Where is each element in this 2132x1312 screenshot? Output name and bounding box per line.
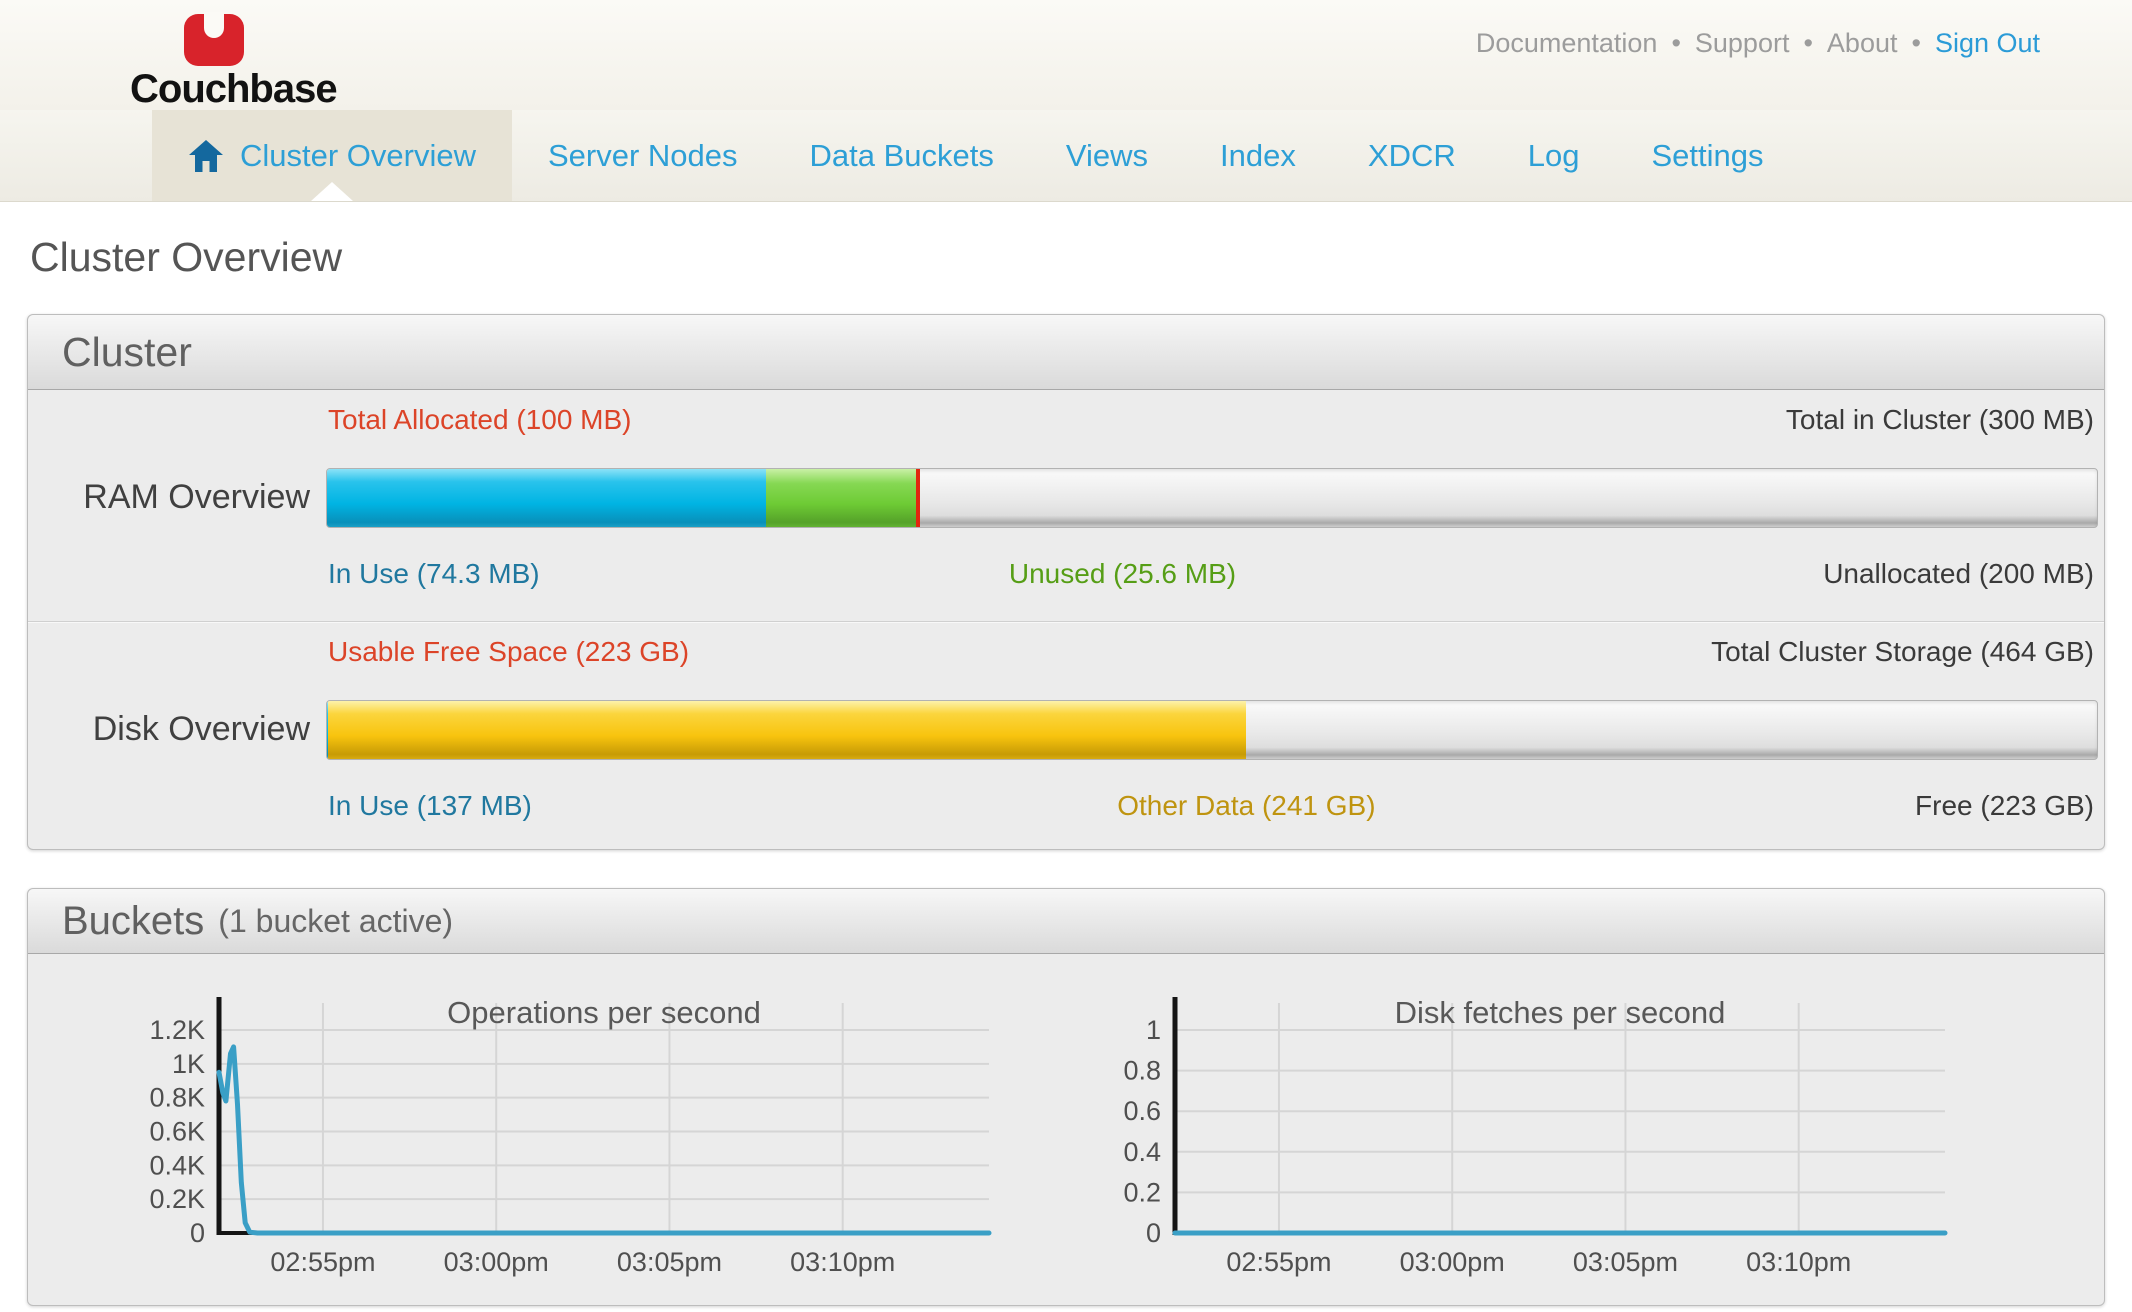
y-tick-label: 0.6 [1123,1096,1161,1126]
buckets-panel: Buckets (1 bucket active) 02:55pm 03:00pm… [27,888,2105,1306]
disk-bottom-labels: In Use (137 MB) Other Data (241 GB) Free… [326,790,2096,826]
y-tick-label: 0.2 [1123,1177,1161,1207]
operations-per-second-chart: 02:55pm 03:00pm 03:05pm 03:10pm 1.2K 1K 0.8K 0.… [131,989,1031,1305]
link-separator: • [1911,28,1920,58]
ram-top-labels: Total Allocated (100 MB) Total in Cluste… [326,404,2096,440]
disk-overview-row: Usable Free Space (223 GB) Total Cluster… [28,621,2104,853]
x-tick-label: 03:10pm [1746,1247,1851,1277]
ram-total-allocated-label: Total Allocated (100 MB) [328,404,632,436]
chart-title: Disk fetches per second [1395,995,1726,1030]
chart-title: Operations per second [447,995,761,1030]
x-tick-label: 02:55pm [1226,1247,1331,1277]
disk-overview-label: Disk Overview [28,710,310,749]
disk-in-use-label: In Use (137 MB) [328,790,532,822]
y-tick-label: 0.6K [149,1117,205,1147]
couchbase-console: { "header": { "logo_text": "Couchbase", … [0,0,2132,1312]
disk-other-data-label: Other Data (241 GB) [1117,790,1375,822]
ram-overview-label: RAM Overview [28,478,310,517]
link-separator: • [1671,28,1680,58]
nav-tab-label: XDCR [1368,138,1456,174]
nav-tab-server-nodes[interactable]: Server Nodes [512,110,774,201]
buckets-active-count: (1 bucket active) [218,903,453,940]
y-tick-label: 1.2K [149,1015,205,1045]
nav-tab-log[interactable]: Log [1492,110,1616,201]
y-tick-label: 1 [1146,1015,1161,1045]
page-title: Cluster Overview [30,234,342,281]
disk-usable-free-space-label: Usable Free Space (223 GB) [328,636,689,668]
cluster-panel-body: Total Allocated (100 MB) Total in Cluste… [28,390,2104,853]
link-separator: • [1803,28,1812,58]
y-tick-label: 0.2K [149,1184,205,1214]
disk-fetches-per-second-chart: 02:55pm 03:00pm 03:05pm 03:10pm 1 0.8 0.6 0.4 0.… [1087,989,1987,1305]
documentation-link[interactable]: Documentation [1476,28,1658,58]
y-tick-label: 1K [172,1049,205,1079]
nav-tab-label: Data Buckets [810,138,994,174]
cluster-panel: Cluster Total Allocated (100 MB) Total i… [27,314,2105,850]
buckets-panel-title: Buckets [62,899,204,944]
x-tick-label: 03:05pm [1573,1247,1678,1277]
ram-unallocated-label: Unallocated (200 MB) [1823,558,2094,590]
sign-out-link[interactable]: Sign Out [1935,28,2040,58]
couchbase-logo-text: Couchbase [130,67,337,111]
x-tick-label: 02:55pm [270,1247,375,1277]
x-tick-label: 03:05pm [617,1247,722,1277]
cluster-panel-title: Cluster [62,329,192,376]
nav-tab-label: Index [1220,138,1296,174]
ram-overview-row: Total Allocated (100 MB) Total in Cluste… [28,390,2104,621]
ram-in-use-label: In Use (74.3 MB) [328,558,540,590]
couchbase-logo[interactable]: Couchbase [130,10,390,108]
nav-tab-views[interactable]: Views [1030,110,1184,201]
y-tick-label: 0.8K [149,1083,205,1113]
ram-usage-bar [326,468,2098,528]
ram-unused-label: Unused (25.6 MB) [1009,558,1236,590]
y-tick-label: 0 [190,1218,205,1248]
chart-canvas: 02:55pm 03:00pm 03:05pm 03:10pm 1.2K 1K 0.8K 0.… [131,989,1031,1305]
nav-tab-settings[interactable]: Settings [1615,110,1799,201]
nav-tab-label: Log [1528,138,1580,174]
disk-total-cluster-storage-label: Total Cluster Storage (464 GB) [1711,636,2094,668]
x-tick-label: 03:10pm [790,1247,895,1277]
disk-usage-bar [326,700,2098,760]
disk-top-labels: Usable Free Space (223 GB) Total Cluster… [326,636,2096,672]
x-tick-label: 03:00pm [1400,1247,1505,1277]
nav-tab-label: Cluster Overview [240,138,476,174]
nav-tab-label: Views [1066,138,1148,174]
home-icon [188,139,224,173]
y-tick-label: 0 [1146,1218,1161,1248]
support-link[interactable]: Support [1695,28,1790,58]
cluster-panel-header: Cluster [28,315,2104,390]
nav-tab-data-buckets[interactable]: Data Buckets [774,110,1030,201]
ram-total-in-cluster-label: Total in Cluster (300 MB) [1786,404,2094,436]
couchbase-logo-icon [182,10,246,70]
disk-free-label: Free (223 GB) [1915,790,2094,822]
bar-segment-unused [766,469,916,527]
y-tick-label: 0.4K [149,1150,205,1180]
nav-tab-label: Server Nodes [548,138,738,174]
ram-bottom-labels: In Use (74.3 MB) Unused (25.6 MB) Unallo… [326,558,2096,594]
nav-tab-xdcr[interactable]: XDCR [1332,110,1492,201]
about-link[interactable]: About [1827,28,1898,58]
chart-canvas: 02:55pm 03:00pm 03:05pm 03:10pm 1 0.8 0.6 0.4 0.… [1087,989,1987,1305]
y-tick-label: 0.4 [1123,1137,1161,1167]
nav-tab-cluster-overview[interactable]: Cluster Overview [152,110,512,201]
chart-line [219,1047,989,1233]
header-links: Documentation • Support • About • Sign Out [1476,28,2040,59]
x-tick-label: 03:00pm [444,1247,549,1277]
y-tick-label: 0.8 [1123,1056,1161,1086]
top-header-band: Couchbase Documentation • Support • About • Si… [0,0,2132,110]
bar-segment-in-use [327,469,766,527]
quota-marker [916,469,920,527]
nav-tab-label: Settings [1651,138,1763,174]
bar-segment-other-data [328,701,1247,759]
main-nav: Cluster Overview Server Nodes Data Buckets… [0,110,2132,202]
nav-tab-index[interactable]: Index [1184,110,1332,201]
buckets-panel-header: Buckets (1 bucket active) [28,889,2104,954]
